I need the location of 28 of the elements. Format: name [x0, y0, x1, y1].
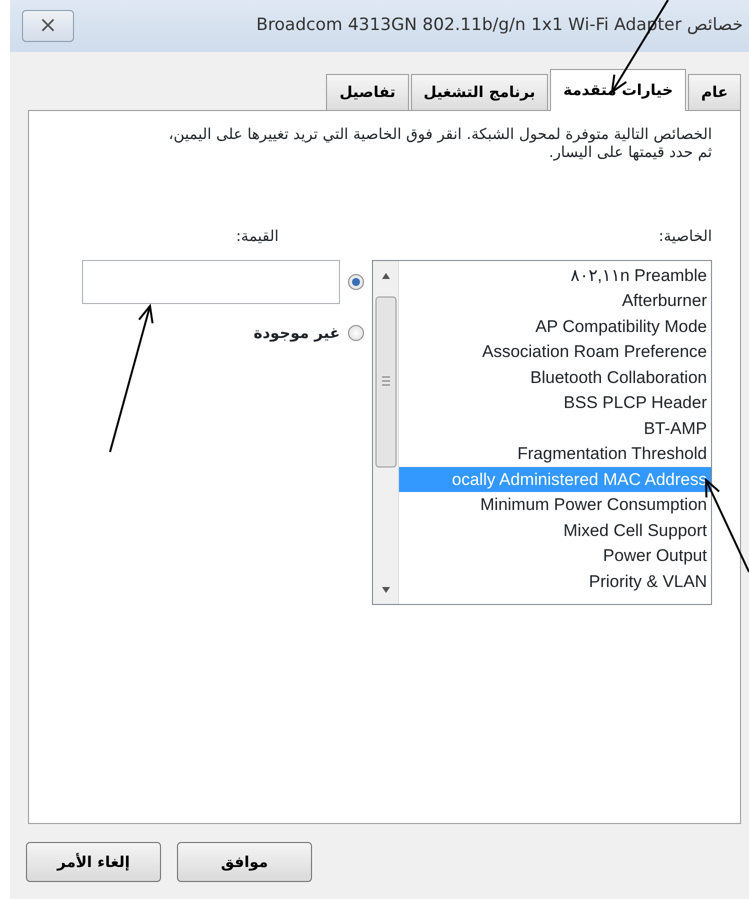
- radio-label[interactable]: غير موجودة: [254, 322, 340, 344]
- value-field[interactable]: [82, 260, 340, 304]
- property-item[interactable]: Mixed Cell Support: [399, 518, 711, 543]
- property-item[interactable]: Bluetooth Collaboration: [399, 364, 711, 390]
- dialog-button[interactable]: موافق: [177, 842, 312, 882]
- property-item[interactable]: Priority & VLAN: [399, 568, 711, 594]
- property-item[interactable]: BT-AMP: [399, 416, 711, 441]
- tab[interactable]: برنامج التشغيل: [410, 74, 548, 110]
- property-label: الخاصية:: [658, 226, 712, 247]
- property-item[interactable]: ٨٠٢,١١n Preamble: [399, 262, 711, 288]
- property-item[interactable]: Afterburner: [399, 288, 711, 314]
- property-item[interactable]: Fragmentation Threshold: [399, 441, 711, 466]
- property-item[interactable]: Minimum Power Consumption: [399, 492, 711, 518]
- property-item[interactable]: Power Output: [399, 543, 711, 568]
- tab[interactable]: خيارات متقدمة: [550, 69, 686, 111]
- property-list[interactable]: [372, 260, 712, 604]
- radio-button[interactable]: [348, 324, 364, 341]
- value-label: القيمة:: [236, 226, 279, 247]
- property-item[interactable]: AP Compatibility Mode: [399, 314, 711, 339]
- property-item[interactable]: BSS PLCP Header: [399, 390, 711, 416]
- description-text: الخصائص التالية متوفرة لمحول الشبكة. انقر فوق الخاصية التي تريد تغييرها على اليمين، ثم حدد قيمتها على اليسار.: [168, 125, 712, 161]
- tab[interactable]: عام: [688, 74, 741, 110]
- tab[interactable]: تفاصيل: [326, 74, 409, 110]
- radio-button[interactable]: [348, 274, 364, 290]
- scrollbar[interactable]: [373, 260, 399, 604]
- dialog-button[interactable]: إلغاء الأمر: [26, 842, 161, 882]
- property-item[interactable]: Association Roam Preference: [399, 339, 711, 364]
- close-button[interactable]: ×: [22, 10, 74, 42]
